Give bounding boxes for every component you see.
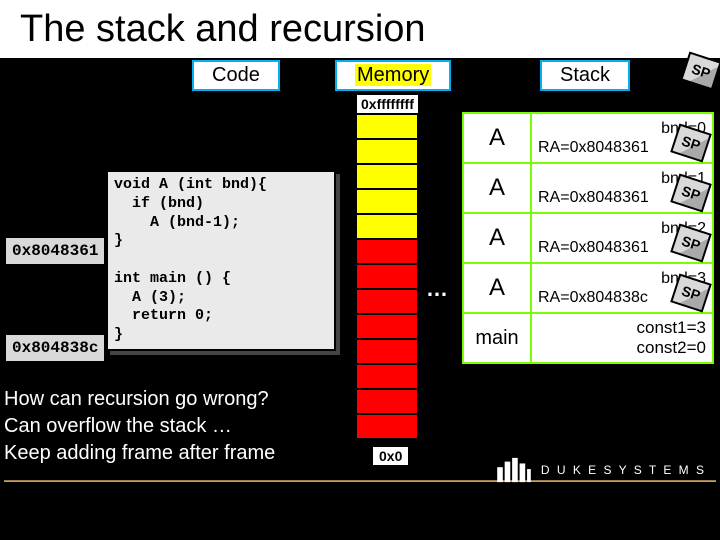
address-label-main: 0x804838c — [4, 333, 106, 363]
memory-cell — [356, 214, 418, 239]
memory-cell — [356, 339, 418, 364]
memory-cell — [356, 289, 418, 314]
memory-cell — [356, 189, 418, 214]
frame-line1: const1=3 — [538, 318, 706, 338]
code-listing: void A (int bnd){ if (bnd) A (bnd-1); } … — [106, 170, 336, 351]
stack-frame: A bnd=1 RA=0x8048361 SP — [462, 162, 714, 214]
question-text: How can recursion go wrong? Can overflow… — [4, 386, 340, 467]
memory-bottom-addr: 0x0 — [372, 446, 409, 466]
memory-section-label: Memory — [335, 60, 451, 91]
memory-cell — [356, 164, 418, 189]
footer-logo: D U K E S Y S T E M S — [495, 456, 706, 484]
memory-cell — [356, 114, 418, 139]
memory-cell — [356, 314, 418, 339]
code-section-label: Code — [192, 60, 280, 91]
sp-pointer-top: SP — [680, 51, 720, 90]
frame-name: A — [464, 164, 532, 212]
address-label-a: 0x8048361 — [4, 236, 106, 266]
footer-text: D U K E S Y S T E M S — [541, 463, 706, 477]
frame-line2: const2=0 — [538, 338, 706, 358]
stack-frame: A bnd=2 RA=0x8048361 SP — [462, 212, 714, 264]
question-line2: Can overflow the stack … — [4, 413, 340, 440]
frame-name: main — [464, 314, 532, 362]
stack-column: A bnd=0 RA=0x8048361 SP A bnd=1 RA=0x804… — [462, 112, 714, 362]
frame-body: bnd=2 RA=0x8048361 SP — [532, 214, 712, 262]
slide-title: The stack and recursion — [0, 0, 720, 58]
frame-body: bnd=3 RA=0x804838c SP — [532, 264, 712, 312]
frame-name: A — [464, 264, 532, 312]
memory-column: 0xffffffff — [356, 94, 419, 439]
memory-cell — [356, 389, 418, 414]
stack-frame-main: main const1=3 const2=0 — [462, 312, 714, 364]
stack-frame: A bnd=3 RA=0x804838c SP — [462, 262, 714, 314]
frame-name: A — [464, 214, 532, 262]
memory-cell — [356, 139, 418, 164]
memory-label-text: Memory — [355, 64, 431, 86]
memory-cell — [356, 264, 418, 289]
stack-frame: A bnd=0 RA=0x8048361 SP — [462, 112, 714, 164]
question-line1: How can recursion go wrong? — [4, 386, 340, 413]
frame-name: A — [464, 114, 532, 162]
frame-body: bnd=1 RA=0x8048361 SP — [532, 164, 712, 212]
memory-cell — [356, 239, 418, 264]
frame-body: bnd=0 RA=0x8048361 SP — [532, 114, 712, 162]
memory-top-addr: 0xffffffff — [356, 94, 419, 114]
stack-section-label: Stack — [540, 60, 630, 91]
main-area: Code Memory Stack SP 0xffffffff … 0x0 vo… — [0, 58, 720, 498]
memory-cell — [356, 414, 418, 439]
building-icon — [495, 456, 533, 484]
memory-ellipsis: … — [426, 276, 448, 302]
memory-cell — [356, 364, 418, 389]
question-line3: Keep adding frame after frame — [4, 440, 340, 467]
frame-body: const1=3 const2=0 — [532, 314, 712, 362]
